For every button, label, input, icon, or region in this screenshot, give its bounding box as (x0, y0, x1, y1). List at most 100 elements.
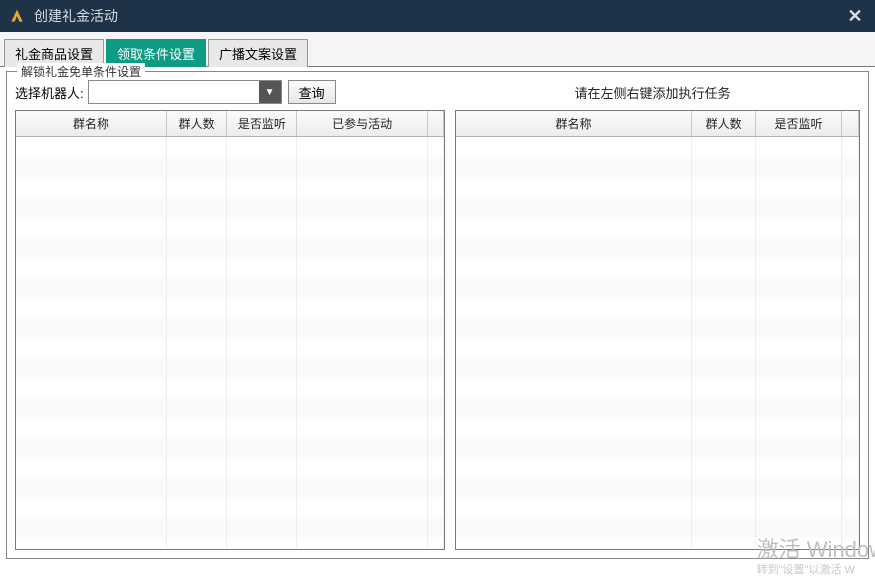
tab-row: 礼金商品设置 领取条件设置 广播文案设置 (0, 32, 875, 67)
table-row[interactable] (16, 197, 444, 217)
table-row[interactable] (16, 397, 444, 417)
table-cell (456, 417, 692, 437)
table-row[interactable] (456, 297, 859, 317)
table-cell (841, 317, 858, 337)
table-cell (16, 537, 167, 551)
table-row[interactable] (16, 417, 444, 437)
table-cell (841, 237, 858, 257)
table-row[interactable] (16, 357, 444, 377)
robot-combobox[interactable]: ▼ (88, 80, 282, 104)
column-header[interactable]: 是否监听 (227, 111, 297, 137)
query-button[interactable]: 查询 (288, 80, 336, 104)
table-cell (756, 257, 842, 277)
table-row[interactable] (456, 157, 859, 177)
column-header[interactable]: 群名称 (16, 111, 167, 137)
table-row[interactable] (456, 377, 859, 397)
table-row[interactable] (456, 277, 859, 297)
table-cell (167, 257, 227, 277)
table-cell (297, 517, 427, 537)
robot-label: 选择机器人: (15, 83, 84, 102)
table-row[interactable] (456, 497, 859, 517)
table-row[interactable] (456, 137, 859, 157)
table-row[interactable] (16, 157, 444, 177)
table-cell (167, 297, 227, 317)
table-row[interactable] (16, 317, 444, 337)
table-cell (841, 357, 858, 377)
table-cell (841, 177, 858, 197)
table-cell (756, 297, 842, 317)
table-cell (16, 397, 167, 417)
table-row[interactable] (16, 377, 444, 397)
table-cell (227, 377, 297, 397)
table-row[interactable] (456, 457, 859, 477)
column-header[interactable]: 群人数 (167, 111, 227, 137)
table-cell (456, 437, 692, 457)
table-row[interactable] (16, 277, 444, 297)
table-row[interactable] (16, 297, 444, 317)
robot-input[interactable] (89, 81, 259, 103)
table-row[interactable] (456, 197, 859, 217)
table-row[interactable] (456, 417, 859, 437)
right-table[interactable]: 群名称群人数是否监听 (455, 110, 860, 550)
table-row[interactable] (16, 257, 444, 277)
tab-broadcast-copy[interactable]: 广播文案设置 (208, 39, 308, 67)
column-header[interactable]: 已参与活动 (297, 111, 427, 137)
table-cell (167, 477, 227, 497)
table-row[interactable] (456, 337, 859, 357)
table-cell (756, 457, 842, 477)
column-header[interactable]: 群名称 (456, 111, 692, 137)
table-cell (756, 357, 842, 377)
table-row[interactable] (16, 217, 444, 237)
table-cell (692, 157, 756, 177)
table-row[interactable] (16, 497, 444, 517)
table-row[interactable] (16, 337, 444, 357)
table-row[interactable] (456, 517, 859, 537)
table-cell (427, 237, 443, 257)
table-row[interactable] (16, 437, 444, 457)
table-cell (456, 257, 692, 277)
table-row[interactable] (456, 537, 859, 551)
table-row[interactable] (16, 537, 444, 551)
dropdown-icon[interactable]: ▼ (259, 81, 281, 103)
table-row[interactable] (456, 317, 859, 337)
table-row[interactable] (456, 397, 859, 417)
table-cell (297, 417, 427, 437)
column-header[interactable]: 是否监听 (756, 111, 842, 137)
table-cell (167, 137, 227, 157)
table-row[interactable] (16, 517, 444, 537)
table-row[interactable] (16, 477, 444, 497)
table-row[interactable] (456, 217, 859, 237)
table-row[interactable] (456, 177, 859, 197)
table-cell (227, 257, 297, 277)
table-cell (297, 177, 427, 197)
table-row[interactable] (16, 457, 444, 477)
table-cell (167, 397, 227, 417)
close-icon[interactable]: ✕ (843, 4, 867, 28)
right-hint-text: 请在左侧右键添加执行任务 (445, 83, 860, 102)
table-cell (227, 317, 297, 337)
table-cell (16, 157, 167, 177)
table-cell (841, 257, 858, 277)
table-cell (297, 497, 427, 517)
robot-select-group: 选择机器人: ▼ 查询 (15, 80, 445, 104)
table-row[interactable] (456, 237, 859, 257)
column-header[interactable]: 群人数 (692, 111, 756, 137)
table-row[interactable] (16, 137, 444, 157)
table-cell (427, 437, 443, 457)
table-row[interactable] (456, 257, 859, 277)
table-row[interactable] (456, 357, 859, 377)
table-row[interactable] (16, 237, 444, 257)
column-header-filler (841, 111, 858, 137)
left-table[interactable]: 群名称群人数是否监听已参与活动 (15, 110, 445, 550)
table-row[interactable] (456, 477, 859, 497)
table-cell (16, 417, 167, 437)
table-cell (841, 217, 858, 237)
table-cell (167, 357, 227, 377)
table-cell (427, 137, 443, 157)
table-cell (756, 217, 842, 237)
table-cell (841, 197, 858, 217)
table-row[interactable] (456, 437, 859, 457)
table-row[interactable] (16, 177, 444, 197)
table-cell (756, 157, 842, 177)
table-cell (16, 517, 167, 537)
